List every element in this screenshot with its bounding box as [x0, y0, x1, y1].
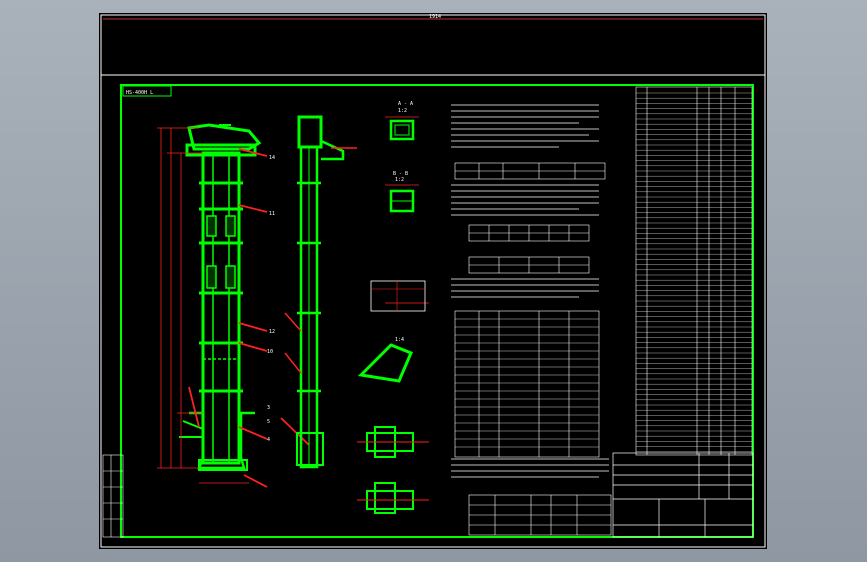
detail-a — [389, 119, 415, 213]
assembly-2 — [357, 482, 429, 514]
cad-drawing: 1914 HS-400H L 14 11 12 10 3 5 4 A - A 1… — [100, 14, 766, 548]
cad-viewport: 1914 HS-400H L 14 11 12 10 3 5 4 A - A 1… — [0, 0, 867, 562]
svg-text:5: 5 — [267, 419, 270, 425]
elevation-front — [179, 123, 262, 471]
label-a: A - A — [398, 101, 413, 107]
notes-tables — [454, 162, 606, 458]
elevation-side — [296, 115, 345, 469]
front-leaders — [188, 148, 310, 488]
svg-text:10: 10 — [267, 349, 273, 355]
corner-tag-text: HS-400H L — [126, 90, 153, 96]
front-balloons: 14 11 12 10 3 5 4 — [267, 155, 275, 443]
svg-text:14: 14 — [269, 155, 275, 161]
spec-table-rows — [455, 318, 599, 448]
drawing-sheet: 1914 HS-400H L 14 11 12 10 3 5 4 A - A 1… — [99, 13, 767, 549]
technical-notes — [451, 104, 609, 478]
label-a-scale: 1:2 — [398, 108, 407, 114]
overall-dim-text: 1914 — [429, 14, 441, 20]
svg-text:12: 12 — [269, 329, 275, 335]
title-block — [612, 452, 754, 538]
svg-text:1:4: 1:4 — [395, 337, 404, 343]
svg-text:4: 4 — [267, 437, 270, 443]
plate-detail — [370, 280, 426, 312]
bottom-bom — [468, 494, 612, 536]
parts-list-rows — [636, 92, 752, 452]
label-b-scale: 1:2 — [395, 177, 404, 183]
svg-text:3: 3 — [267, 405, 270, 411]
assembly-1 — [357, 426, 429, 458]
svg-text:11: 11 — [269, 211, 275, 217]
bracket-detail — [357, 343, 413, 383]
